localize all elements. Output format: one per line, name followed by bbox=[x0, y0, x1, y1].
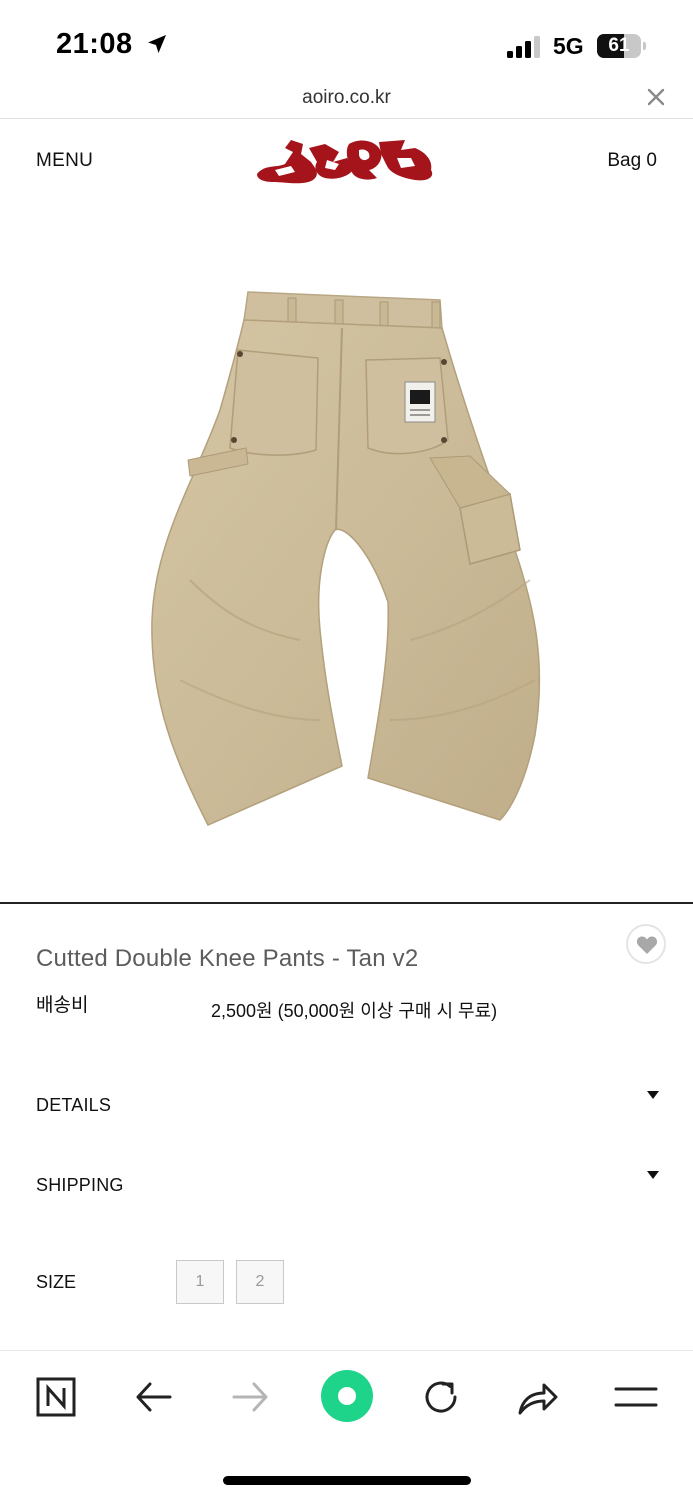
aoiro-logo[interactable] bbox=[255, 134, 437, 186]
network-type: 5G bbox=[553, 33, 584, 59]
caret-down-icon[interactable] bbox=[647, 1171, 659, 1179]
size-label: SIZE bbox=[36, 1272, 77, 1292]
status-time: 21:08 bbox=[56, 28, 133, 60]
home-indicator[interactable] bbox=[223, 1476, 471, 1485]
pants-photo[interactable] bbox=[130, 280, 560, 840]
heart-icon bbox=[636, 936, 658, 954]
green-dot-icon[interactable] bbox=[319, 1368, 375, 1424]
close-icon[interactable] bbox=[645, 86, 667, 108]
location-arrow-icon bbox=[148, 35, 166, 53]
bag-link[interactable]: Bag 0 bbox=[607, 150, 657, 172]
accordion-label[interactable]: DETAILS bbox=[36, 1095, 111, 1116]
caret-down-icon[interactable] bbox=[647, 1091, 659, 1099]
shipping-fee-value: 2,500원 (50,000원 이상 구매 시 무료) bbox=[211, 1001, 498, 1021]
forward-arrow-icon[interactable] bbox=[228, 1375, 272, 1419]
shipping-fee-label: 배송비 bbox=[36, 995, 89, 1016]
url-text[interactable]: aoiro.co.kr bbox=[0, 87, 693, 109]
section-divider bbox=[0, 902, 693, 904]
menu-link[interactable]: MENU bbox=[36, 150, 93, 172]
back-arrow-icon[interactable] bbox=[132, 1375, 176, 1419]
size-option-1[interactable]: 1 bbox=[176, 1260, 224, 1304]
signal-icon bbox=[507, 36, 540, 58]
accordion-label[interactable]: SHIPPING bbox=[36, 1175, 124, 1196]
naver-home-icon[interactable] bbox=[34, 1375, 78, 1419]
share-icon[interactable] bbox=[516, 1375, 560, 1419]
battery-percent: 61 bbox=[608, 35, 630, 56]
product-title: Cutted Double Knee Pants - Tan v2 bbox=[36, 945, 419, 972]
reload-icon[interactable] bbox=[419, 1375, 463, 1419]
status-bar: 21:08 5G 61 bbox=[0, 0, 693, 80]
menu-icon[interactable] bbox=[614, 1375, 658, 1419]
browser-url-bar[interactable]: aoiro.co.kr bbox=[0, 80, 693, 119]
wishlist-button[interactable] bbox=[626, 924, 666, 964]
site-header: MENU Bag 0 bbox=[0, 120, 693, 200]
battery-icon: 61 bbox=[597, 34, 647, 58]
size-option-2[interactable]: 2 bbox=[236, 1260, 284, 1304]
